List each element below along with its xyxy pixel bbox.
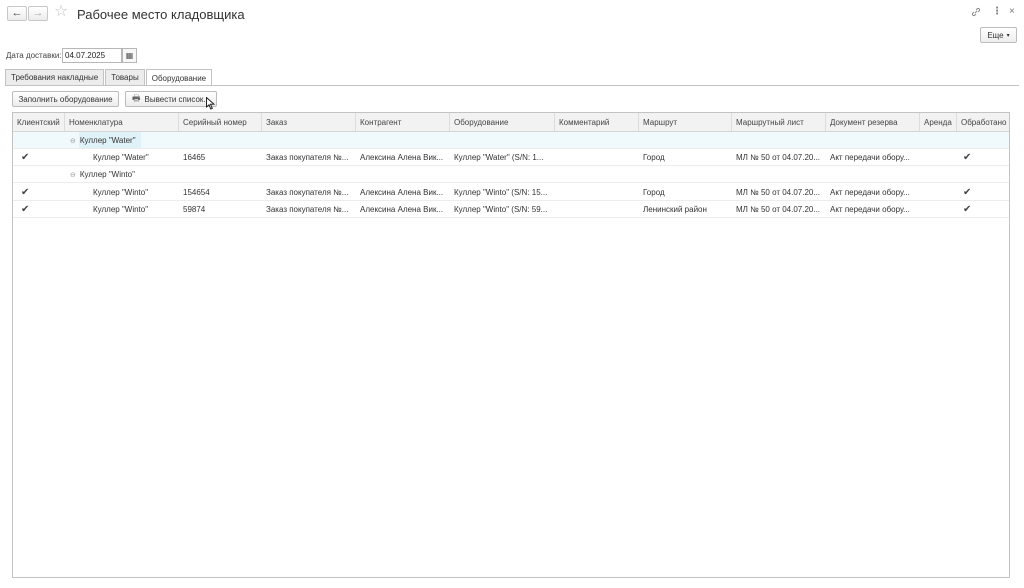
cell-nomenclature: Куллер "Winto" <box>93 205 149 214</box>
cell-route: Ленинский район <box>643 205 707 214</box>
cell-rent <box>920 184 957 201</box>
tab-divider <box>5 85 1019 86</box>
title-bar: ← → ☆ Рабочее место кладовщика ⋮ × <box>0 0 1024 30</box>
cell-nomenclature: Куллер "Winto" <box>93 188 149 197</box>
more-button[interactable]: Еще ▾ <box>980 27 1017 43</box>
cell-comment <box>555 184 639 201</box>
cell-nomenclature: Куллер "Water" <box>93 153 149 162</box>
cell-reserve-doc: Акт передачи обору... <box>830 205 910 214</box>
cell-route-sheet: МЛ № 50 от 04.07.20... <box>736 188 821 197</box>
cell-order: Заказ покупателя №... <box>266 188 349 197</box>
cell-counterparty: Алексина Алена Вик... <box>360 153 444 162</box>
cell-route: Город <box>643 188 665 197</box>
calendar-button[interactable]: ▦ <box>122 48 137 63</box>
cell-rent <box>920 149 957 166</box>
printer-icon: 🖶 <box>132 93 141 103</box>
column-header-processed[interactable]: Обработано <box>957 113 1009 131</box>
check-icon[interactable]: ✔ <box>963 204 971 215</box>
equipment-table: Клиентский Номенклатура Серийный номер З… <box>12 112 1010 578</box>
link-icon[interactable] <box>971 7 981 20</box>
group-row-water[interactable]: ⊖ Куллер "Water" <box>13 132 1009 149</box>
column-header-client[interactable]: Клиентский <box>13 113 65 131</box>
cell-route-sheet: МЛ № 50 от 04.07.20... <box>736 153 821 162</box>
cell-order: Заказ покупателя №... <box>266 205 349 214</box>
check-icon[interactable]: ✔ <box>21 204 29 215</box>
cell-equipment: Куллер "Winto" (S/N: 59... <box>454 205 548 214</box>
cell-serial: 59874 <box>183 205 206 214</box>
table-row[interactable]: ✔ Куллер "Water" 16465 Заказ покупателя … <box>13 149 1009 166</box>
cell-serial: 16465 <box>183 153 206 162</box>
back-button[interactable]: ← <box>7 6 27 21</box>
column-header-comment[interactable]: Комментарий <box>555 113 639 131</box>
more-button-label: Еще <box>987 30 1004 40</box>
table-row[interactable]: ✔ Куллер "Winto" 154654 Заказ покупателя… <box>13 184 1009 201</box>
group-title: Куллер "Winto" <box>79 170 135 179</box>
delivery-date-input[interactable] <box>62 48 122 63</box>
chevron-down-icon: ▾ <box>1006 32 1010 39</box>
cell-reserve-doc: Акт передачи обору... <box>830 188 910 197</box>
column-header-nomenclature[interactable]: Номенклатура <box>65 113 179 131</box>
arrow-left-icon: ← <box>11 7 23 19</box>
close-icon[interactable]: × <box>1009 7 1015 17</box>
tab-invoices[interactable]: Требования накладные <box>5 69 105 85</box>
group-row-winto[interactable]: ⊖ Куллер "Winto" <box>13 166 1009 183</box>
check-icon[interactable]: ✔ <box>21 187 29 198</box>
column-header-order[interactable]: Заказ <box>262 113 356 131</box>
check-icon[interactable]: ✔ <box>963 152 971 163</box>
cell-serial: 154654 <box>183 188 210 197</box>
check-icon[interactable]: ✔ <box>21 152 29 163</box>
column-header-equipment[interactable]: Оборудование <box>450 113 555 131</box>
forward-button[interactable]: → <box>28 6 48 21</box>
column-header-counterparty[interactable]: Контрагент <box>356 113 450 131</box>
selected-row-highlight <box>13 132 1009 148</box>
collapse-icon[interactable]: ⊖ <box>70 137 76 145</box>
check-icon[interactable]: ✔ <box>963 187 971 198</box>
group-title: Куллер "Water" <box>79 136 136 145</box>
cell-counterparty: Алексина Алена Вик... <box>360 205 444 214</box>
print-list-button[interactable]: 🖶 Вывести список... <box>125 91 217 107</box>
column-header-route[interactable]: Маршрут <box>639 113 732 131</box>
tab-goods[interactable]: Товары <box>105 69 145 85</box>
cell-rent <box>920 201 957 218</box>
table-row[interactable]: ✔ Куллер "Winto" 59874 Заказ покупателя … <box>13 201 1009 218</box>
column-header-route-sheet[interactable]: Маршрутный лист <box>732 113 826 131</box>
collapse-icon[interactable]: ⊖ <box>70 171 76 179</box>
cell-reserve-doc: Акт передачи обору... <box>830 153 910 162</box>
column-header-serial[interactable]: Серийный номер <box>179 113 262 131</box>
fill-equipment-button[interactable]: Заполнить оборудование <box>12 91 119 107</box>
cell-comment <box>555 149 639 166</box>
cell-order: Заказ покупателя №... <box>266 153 349 162</box>
favorite-star-icon[interactable]: ☆ <box>54 4 68 20</box>
more-menu-icon[interactable]: ⋮ <box>992 7 1002 17</box>
tab-bar: Требования накладные Товары Оборудование <box>5 69 213 86</box>
cell-equipment: Куллер "Winto" (S/N: 15... <box>454 188 548 197</box>
calendar-icon: ▦ <box>125 51 134 60</box>
column-header-reserve-doc[interactable]: Документ резерва <box>826 113 920 131</box>
print-list-label: Вывести список... <box>144 94 211 104</box>
cell-counterparty: Алексина Алена Вик... <box>360 188 444 197</box>
page-title: Рабочее место кладовщика <box>77 7 245 22</box>
cell-route-sheet: МЛ № 50 от 04.07.20... <box>736 205 821 214</box>
mouse-cursor-icon <box>206 97 215 110</box>
cell-equipment: Куллер "Water" (S/N: 1... <box>454 153 544 162</box>
cell-comment <box>555 201 639 218</box>
column-header-rent[interactable]: Аренда <box>920 113 957 131</box>
cell-route: Город <box>643 153 665 162</box>
table-header: Клиентский Номенклатура Серийный номер З… <box>13 113 1009 132</box>
tab-equipment[interactable]: Оборудование <box>145 69 213 86</box>
delivery-date-label: Дата доставки: <box>6 51 62 60</box>
arrow-right-icon: → <box>32 7 44 19</box>
